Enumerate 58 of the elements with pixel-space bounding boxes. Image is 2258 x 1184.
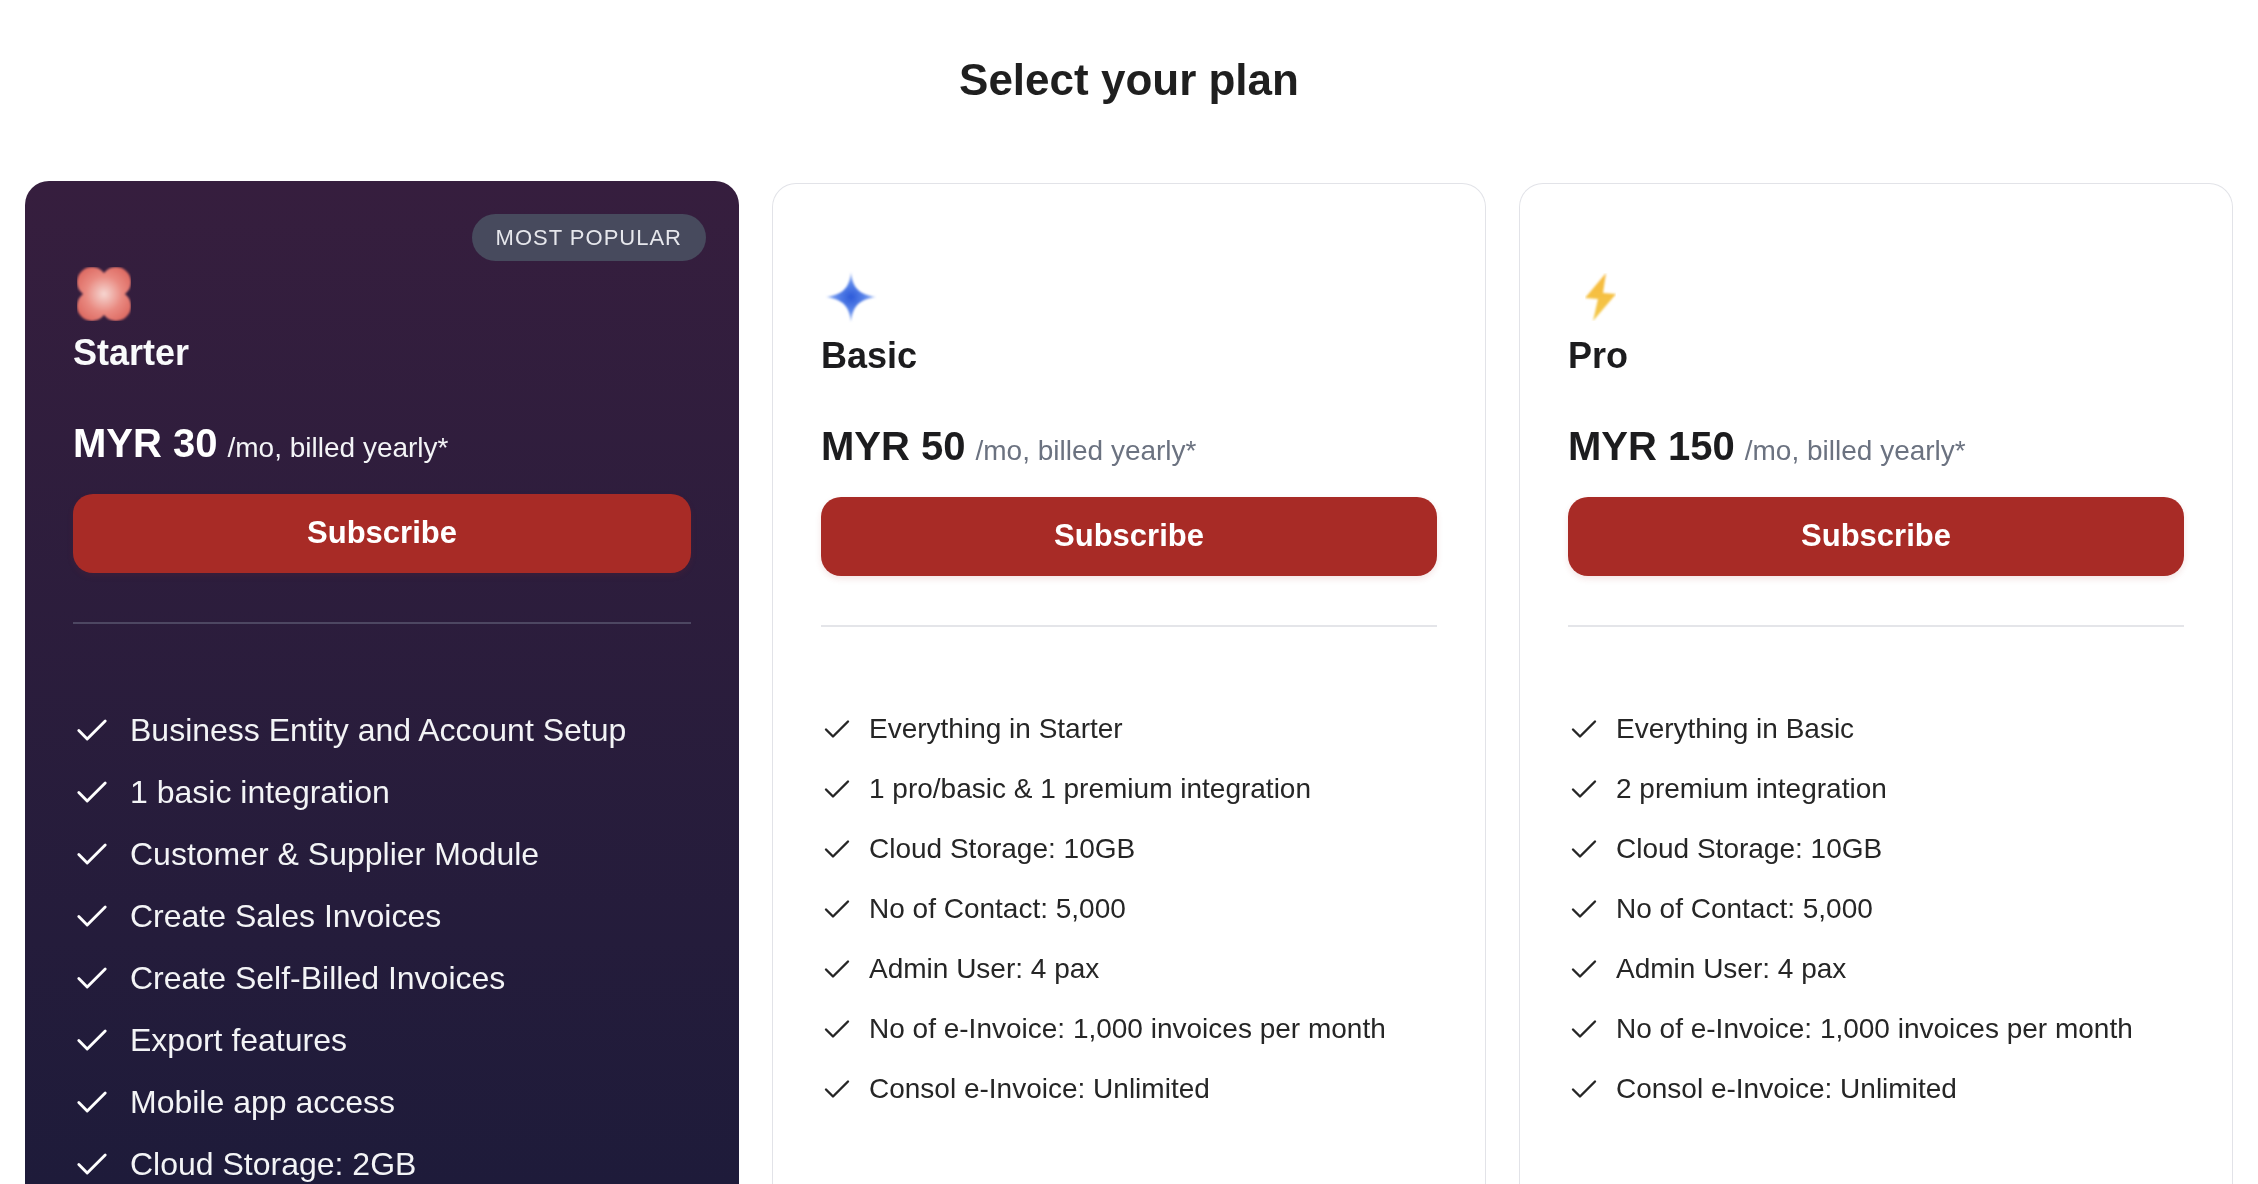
price-amount: MYR 150 [1568,423,1735,470]
feature-text: No of Contact: 5,000 [1616,892,1873,926]
feature-text: No of Contact: 5,000 [869,892,1126,926]
feature-text: No of e-Invoice: 1,000 invoices per month [1616,1012,2133,1046]
price-period: /mo, billed yearly* [1744,434,1966,468]
check-icon [824,899,850,919]
price-amount: MYR 30 [73,420,218,467]
check-icon [76,904,108,928]
popular-badge: MOST POPULAR [471,214,706,261]
feature-text: 2 premium integration [1616,772,1887,806]
price-period: /mo, billed yearly* [975,434,1197,468]
subscribe-button[interactable]: Subscribe [821,497,1437,576]
check-icon [1571,899,1597,919]
feature-text: 1 pro/basic & 1 premium integration [869,772,1311,806]
check-icon [76,1090,108,1114]
check-icon [1571,719,1597,739]
feature-text: Cloud Storage: 2GB [130,1145,417,1184]
feature-text: 1 basic integration [130,773,390,812]
check-icon [824,839,850,859]
check-icon [76,842,108,866]
subscribe-button[interactable]: Subscribe [73,494,691,573]
feature-text: Consol e-Invoice: Unlimited [1616,1072,1957,1106]
check-icon [824,1019,850,1039]
check-icon [824,719,850,739]
check-icon [824,1079,850,1099]
check-icon [1571,959,1597,979]
feature-text: Export features [130,1021,347,1060]
check-icon [1571,839,1597,859]
feature-text: Customer & Supplier Module [130,835,540,874]
check-icon [824,959,850,979]
check-icon [1571,1019,1597,1039]
check-icon [1571,1079,1597,1099]
plan-name: Basic [821,334,918,378]
price-period: /mo, billed yearly* [227,431,449,465]
check-icon [76,1028,108,1052]
plan-name: Pro [1568,334,1628,378]
check-icon [76,718,108,742]
feature-text: Create Self-Billed Invoices [130,959,506,998]
page-title: Select your plan [959,54,1299,106]
feature-text: Mobile app access [130,1083,396,1122]
subscribe-button[interactable]: Subscribe [1568,497,2184,576]
check-icon [76,1152,108,1176]
check-icon [1571,779,1597,799]
plan-name: Starter [73,331,190,375]
check-icon [76,966,108,990]
check-icon [76,780,108,804]
check-icon [824,779,850,799]
feature-text: Cloud Storage: 10GB [1616,832,1883,866]
price-amount: MYR 50 [821,423,966,470]
feature-text: Everything in Starter [869,712,1123,746]
feature-text: Consol e-Invoice: Unlimited [869,1072,1210,1106]
feature-text: Cloud Storage: 10GB [869,832,1136,866]
feature-text: Business Entity and Account Setup [130,711,627,750]
feature-text: Create Sales Invoices [130,897,442,936]
feature-text: Admin User: 4 pax [1616,952,1847,986]
feature-text: No of e-Invoice: 1,000 invoices per month [869,1012,1386,1046]
feature-text: Admin User: 4 pax [869,952,1100,986]
feature-text: Everything in Basic [1616,712,1855,746]
